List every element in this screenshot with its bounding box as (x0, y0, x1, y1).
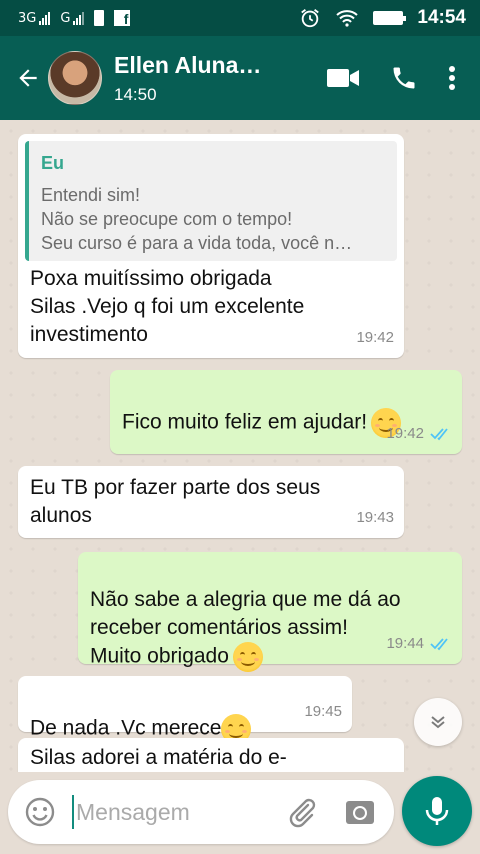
quote-line: Entendi sim! (41, 185, 141, 205)
message-bubble-incoming[interactable]: De nada .Vc merece 19:45 (18, 676, 352, 744)
message-text: Eu TB por fazer parte dos seus alunos (30, 476, 321, 527)
status-bar: 3G G f 14:54 (0, 0, 480, 36)
contact-last-seen: 14:50 (114, 84, 157, 104)
video-call-icon[interactable] (326, 66, 360, 90)
chat-messages[interactable]: Eu Entendi sim! Não se preocupe com o te… (0, 120, 480, 772)
text-cursor (72, 795, 74, 829)
chevron-down-icon (431, 716, 445, 729)
message-composer[interactable] (8, 780, 394, 844)
camera-icon[interactable] (344, 797, 376, 827)
network-label-2: G (60, 10, 71, 26)
phone-icon[interactable] (390, 64, 418, 92)
message-bubble-incoming[interactable]: Eu Entendi sim! Não se preocupe com o te… (18, 134, 404, 358)
attach-icon[interactable] (286, 796, 318, 828)
alarm-icon (301, 9, 320, 28)
quote-line: Seu curso é para a vida toda, você n… (41, 233, 353, 253)
message-time: 19:45 (304, 703, 342, 720)
network-3g-indicator: 3G (18, 10, 51, 26)
mic-button[interactable] (402, 776, 472, 846)
double-check-icon (430, 428, 448, 441)
status-time: 14:54 (417, 7, 466, 28)
message-text: De nada .Vc merece (30, 716, 222, 740)
back-arrow-icon[interactable] (6, 56, 50, 100)
contact-info[interactable]: Ellen Aluna… 14:50 (114, 52, 261, 105)
message-time: 19:42 (356, 329, 394, 346)
more-options-icon[interactable] (448, 65, 456, 91)
quote-author: Eu (41, 153, 65, 173)
battery-icon (373, 11, 407, 25)
message-time: 19:43 (356, 509, 394, 526)
emoji-icon[interactable] (24, 796, 56, 828)
signal-icon (39, 11, 51, 25)
message-bubble-outgoing[interactable]: Não sabe a alegria que me dá ao receber … (78, 552, 462, 672)
facebook-notification-icon: f (114, 10, 131, 27)
message-text: Fico muito feliz em ajudar! (122, 410, 368, 434)
avatar[interactable] (48, 51, 102, 105)
message-time: 19:44 (386, 635, 424, 652)
sim-battery-icon (94, 10, 105, 26)
network-label-1: 3G (18, 10, 37, 26)
message-bubble-incoming[interactable]: Silas adorei a matéria do e- (18, 738, 404, 772)
chat-header: Ellen Aluna… 14:50 (0, 36, 480, 120)
message-time: 19:42 (386, 425, 424, 442)
scroll-to-bottom-button[interactable] (414, 698, 462, 746)
message-bubble-incoming[interactable]: Eu TB por fazer parte dos seus alunos 19… (18, 466, 404, 538)
quoted-message[interactable]: Eu Entendi sim! Não se preocupe com o te… (25, 141, 397, 261)
message-input[interactable] (76, 798, 266, 826)
mic-icon (425, 797, 449, 825)
quote-line: Não se preocupe com o tempo! (41, 209, 293, 229)
message-text: Poxa muitíssimo obrigada Silas .Vejo q f… (30, 267, 305, 346)
smiling-face-emoji-icon (232, 642, 263, 672)
message-bubble-outgoing[interactable]: Fico muito feliz em ajudar! 19:42 (110, 370, 462, 454)
wifi-icon (336, 10, 359, 27)
signal-icon-2 (73, 11, 85, 25)
message-text: Silas adorei a matéria do e- (30, 746, 287, 769)
double-check-icon (430, 638, 448, 651)
network-g-indicator: G (60, 10, 85, 26)
contact-name: Ellen Aluna… (114, 51, 262, 78)
